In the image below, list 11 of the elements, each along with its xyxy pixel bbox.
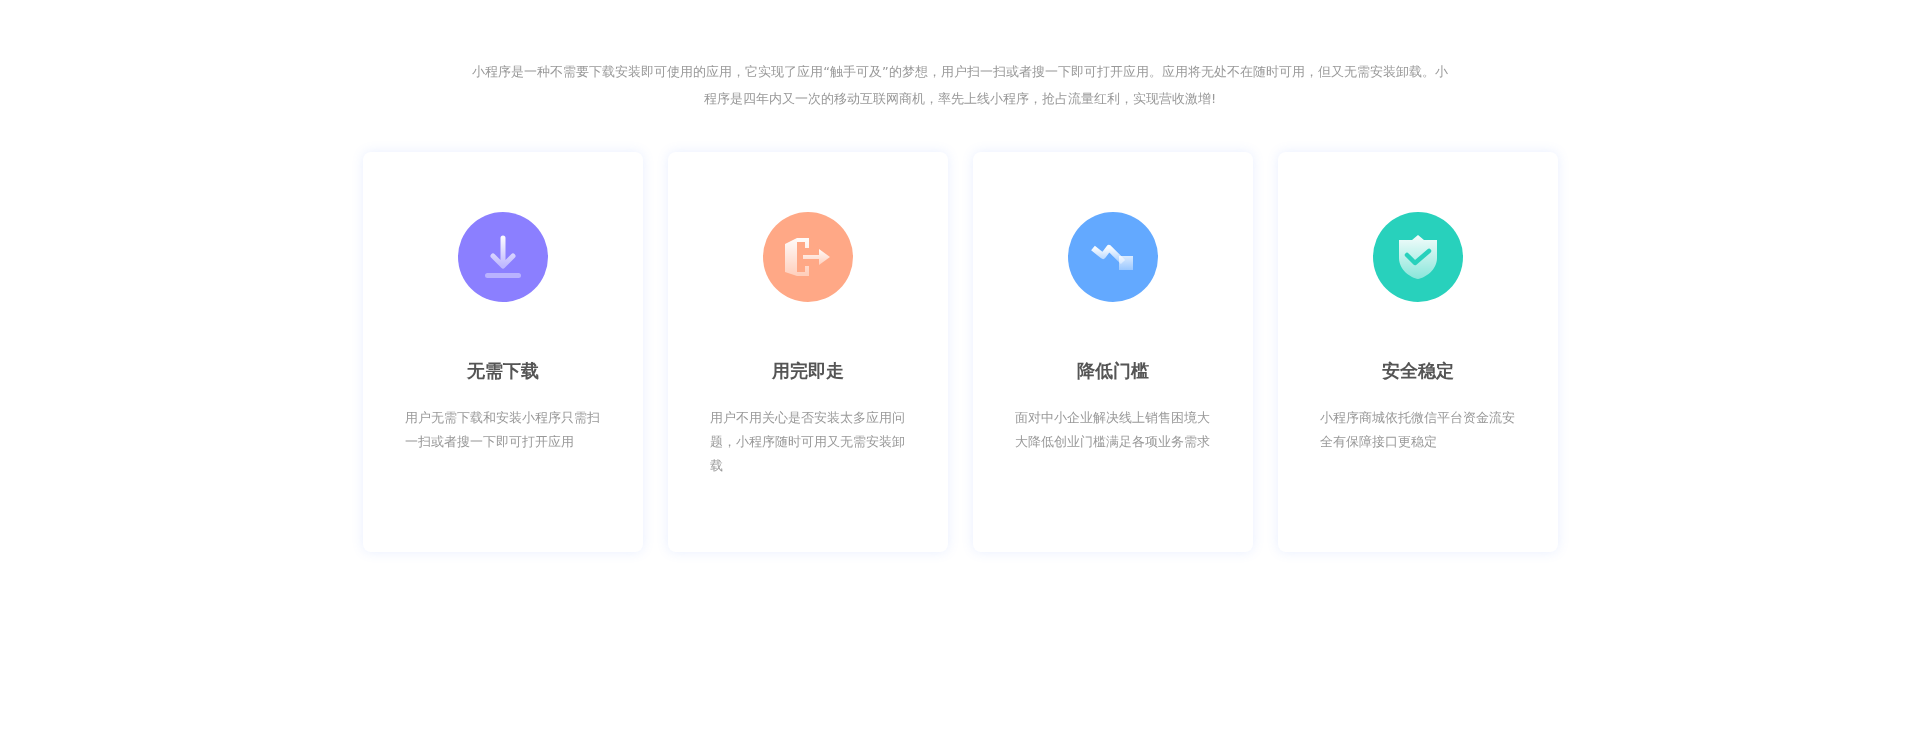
feature-description: 小程序商城依托微信平台资金流安全有保障接口更稳定 [1319, 409, 1516, 451]
exit-door-icon [784, 236, 831, 278]
feature-description: 用户不用关心是否安装太多应用问题，小程序随时可用又无需安装卸载 [709, 409, 906, 475]
feature-title: 无需下载 [466, 359, 539, 383]
feature-title: 安全稳定 [1381, 359, 1454, 383]
feature-title: 降低门槛 [1076, 359, 1149, 383]
download-icon [484, 235, 521, 279]
trend-down-arrow-icon [1090, 242, 1135, 272]
shield-check-icon [1397, 234, 1438, 280]
feature-title: 用完即走 [771, 359, 844, 383]
feature-description: 面对中小企业解决线上销售困境大大降低创业门槛满足各项业务需求 [1014, 409, 1211, 451]
